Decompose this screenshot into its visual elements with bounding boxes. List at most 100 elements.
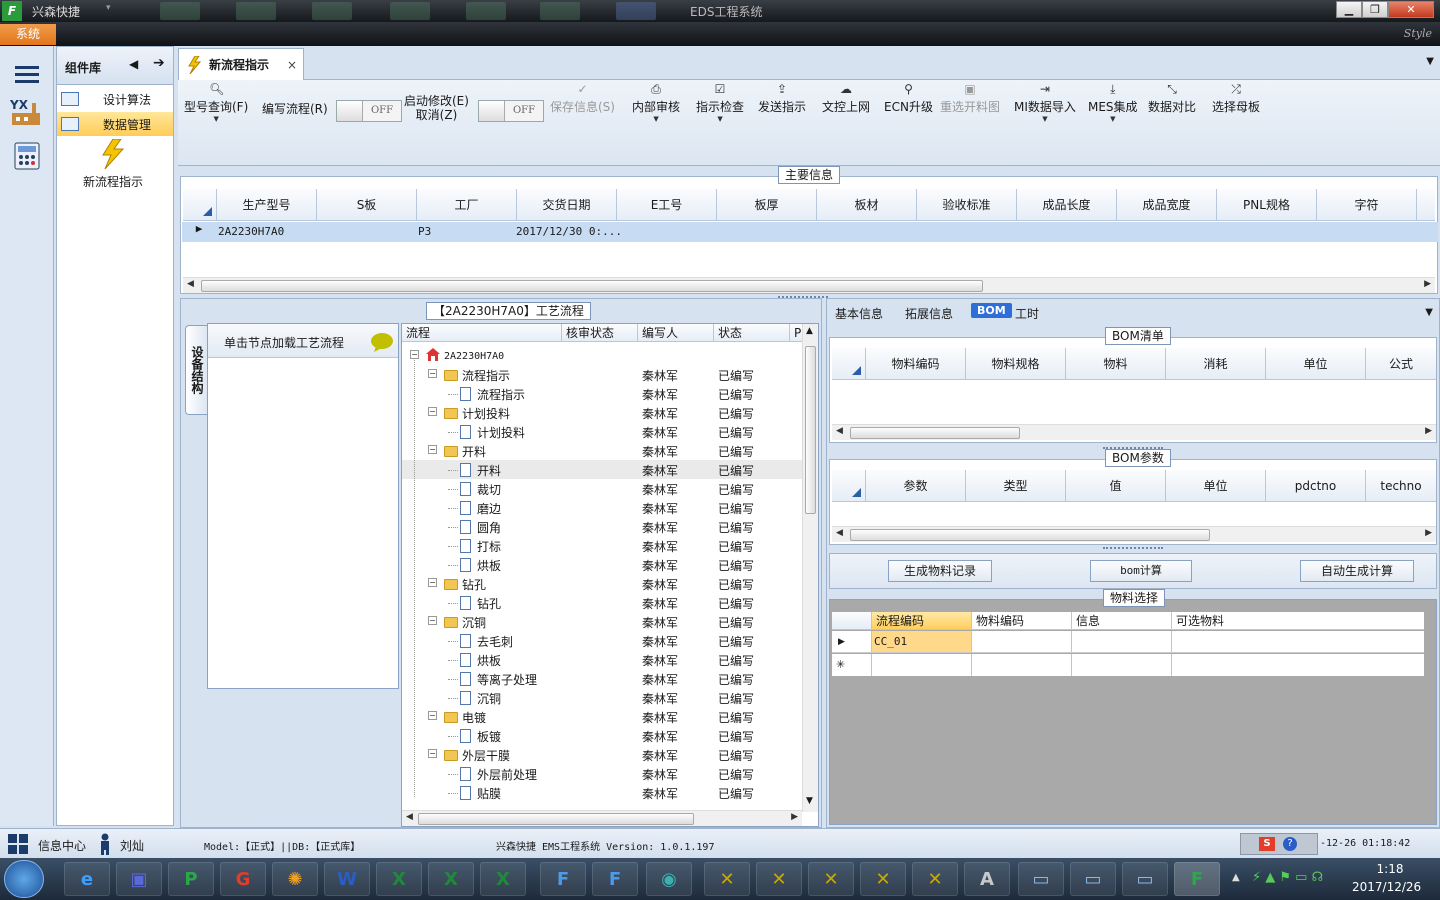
doc-control-online-button[interactable]: ☁ 文控上网	[822, 82, 870, 115]
tab-bom[interactable]: BOM	[971, 303, 1012, 318]
reselect-cutting-diagram-button[interactable]: ▣ 重选开料图	[940, 82, 1000, 115]
col-s-board[interactable]: S板	[317, 189, 417, 220]
image-taskbar-icon[interactable]: ▭	[1018, 862, 1064, 896]
x-window-taskbar-icon[interactable]: ✕	[808, 862, 854, 896]
bom-params-hscroll[interactable]: ◀ ▶	[832, 526, 1436, 542]
col-delivery-date[interactable]: 交货日期	[517, 189, 617, 220]
col-pnl-spec[interactable]: PNL规格	[1217, 189, 1317, 220]
image-taskbar-icon[interactable]: ▭	[1122, 862, 1168, 896]
x-window-taskbar-icon[interactable]: ✕	[704, 862, 750, 896]
start-modify-toggle[interactable]: OFF	[478, 100, 544, 122]
tray-expand-icon[interactable]: ▲	[1232, 872, 1240, 883]
sogou-icon[interactable]: S	[1259, 837, 1275, 851]
maximize-button[interactable]: ❐	[1362, 1, 1388, 18]
col-material-code[interactable]: 物料编码	[972, 612, 1072, 629]
component-item-data-management[interactable]: 数据管理	[57, 112, 173, 136]
tab-list-dropdown-icon[interactable]: ▼	[1426, 56, 1434, 67]
x-window-taskbar-icon[interactable]: ✕	[756, 862, 802, 896]
col-material-spec[interactable]: 物料规格	[966, 348, 1066, 379]
col-consumption[interactable]: 消耗	[1166, 348, 1266, 379]
taskbar-date[interactable]: 2017/12/26	[1352, 880, 1421, 894]
ie-taskbar-icon[interactable]: e	[64, 862, 110, 896]
tree-leaf-node[interactable]: 圆角 秦林军 已编写	[402, 517, 802, 536]
info-center-link[interactable]: 信息中心	[38, 837, 86, 854]
col-material-code[interactable]: 物料编码	[866, 348, 966, 379]
generate-material-record-button[interactable]: 生成物料记录	[888, 560, 992, 582]
node-hint-row[interactable]: 单击节点加载工艺流程	[208, 324, 398, 358]
excel-taskbar-icon[interactable]: X	[376, 862, 422, 896]
x-window-taskbar-icon[interactable]: ✕	[860, 862, 906, 896]
col-optional-material[interactable]: 可选物料	[1172, 612, 1422, 629]
bom-calc-button[interactable]: bom计算	[1090, 560, 1192, 582]
col-formula[interactable]: 公式	[1366, 348, 1436, 379]
tray-icons[interactable]: ⚡ ▲ ⚑ ▭ ☊	[1252, 870, 1323, 885]
col-writer[interactable]: 编写人	[638, 324, 714, 341]
auto-generate-calc-button[interactable]: 自动生成计算	[1300, 560, 1414, 582]
splitter-grip[interactable]	[1103, 547, 1163, 550]
help-icon[interactable]: ?	[1283, 837, 1297, 851]
collapse-icon[interactable]: −	[428, 407, 437, 416]
tree-leaf-node[interactable]: 外层前处理 秦林军 已编写	[402, 764, 802, 783]
taskbar-time[interactable]: 1:18	[1370, 862, 1410, 876]
col-status[interactable]: 状态	[714, 324, 790, 341]
word-taskbar-icon[interactable]: W	[324, 862, 370, 896]
new-process-label[interactable]: 新流程指示	[83, 173, 143, 190]
tree-leaf-node[interactable]: 烘板 秦林军 已编写	[402, 555, 802, 574]
tree-leaf-node[interactable]: 烘板 秦林军 已编写	[402, 650, 802, 669]
close-button[interactable]: ✕	[1388, 1, 1434, 18]
col-material[interactable]: 物料	[1066, 348, 1166, 379]
f-app-taskbar-icon[interactable]: F	[540, 862, 586, 896]
tree-folder-node[interactable]: − 钻孔 秦林军 已编写	[402, 574, 802, 593]
start-modify-button[interactable]: 启动修改(E) 取消(Z)	[404, 94, 469, 122]
tree-root-node[interactable]: −2A2230H7A0	[402, 346, 802, 365]
col-acceptance-standard[interactable]: 验收标准	[917, 189, 1017, 220]
write-process-button[interactable]: 编写流程(R)	[262, 100, 328, 117]
tree-folder-node[interactable]: − 流程指示 秦林军 已编写	[402, 365, 802, 384]
image-taskbar-icon[interactable]: ▭	[1070, 862, 1116, 896]
excel-taskbar-icon[interactable]: X	[480, 862, 526, 896]
model-query-button[interactable]: 🔍︎ 型号查询(F) ▼	[184, 82, 248, 123]
shell-taskbar-icon[interactable]: ✺	[272, 862, 318, 896]
tree-folder-node[interactable]: − 沉铜 秦林军 已编写	[402, 612, 802, 631]
tree-leaf-node[interactable]: 流程指示 秦林军 已编写	[402, 384, 802, 403]
col-e-number[interactable]: E工号	[617, 189, 717, 220]
col-unit[interactable]: 单位	[1266, 348, 1366, 379]
col-param-unit[interactable]: 单位	[1166, 470, 1266, 501]
col-info[interactable]: 信息	[1072, 612, 1172, 629]
tree-leaf-node[interactable]: 磨边 秦林军 已编写	[402, 498, 802, 517]
g-app-taskbar-icon[interactable]: G	[220, 862, 266, 896]
main-info-row[interactable]: ▶ 2A2230H7A0 P3 2017/12/30 0:...	[182, 222, 1438, 242]
excel-taskbar-icon[interactable]: X	[428, 862, 474, 896]
col-board-thickness[interactable]: 板厚	[717, 189, 817, 220]
mes-integration-button[interactable]: ⤓ MES集成 ▼	[1088, 82, 1138, 123]
collapse-icon[interactable]: −	[428, 616, 437, 625]
col-finished-length[interactable]: 成品长度	[1017, 189, 1117, 220]
mi-data-import-button[interactable]: ⇥ MI数据导入 ▼	[1014, 82, 1076, 123]
component-item-design-algorithm[interactable]: 设计算法	[57, 87, 173, 111]
col-finished-width[interactable]: 成品宽度	[1117, 189, 1217, 220]
calculator-icon[interactable]	[8, 138, 46, 174]
cell-process-code[interactable]: CC_01	[872, 631, 972, 652]
collapse-icon[interactable]: −	[428, 445, 437, 454]
bom-list-hscroll[interactable]: ◀ ▶	[832, 424, 1436, 440]
font-taskbar-icon[interactable]: A	[964, 862, 1010, 896]
select-mother-board-button[interactable]: ⤮ 选择母板	[1212, 82, 1260, 115]
collapse-icon[interactable]: −	[428, 369, 437, 378]
col-pdctno[interactable]: pdctno	[1266, 470, 1366, 501]
col-pl[interactable]: Pl	[790, 324, 805, 341]
tree-folder-node[interactable]: − 计划投料 秦林军 已编写	[402, 403, 802, 422]
f-app-taskbar-icon[interactable]: F	[592, 862, 638, 896]
main-info-hscroll[interactable]: ◀ ▶	[183, 277, 1435, 293]
col-process-code[interactable]: 流程编码	[872, 612, 972, 629]
tab-new-process[interactable]: 新流程指示 ×	[178, 48, 304, 80]
tab-dropdown-icon[interactable]: ▼	[1425, 307, 1433, 318]
tab-work-hours[interactable]: 工时	[1015, 305, 1039, 322]
tree-leaf-node[interactable]: 钻孔 秦林军 已编写	[402, 593, 802, 612]
tree-leaf-node[interactable]: 沉铜 秦林军 已编写	[402, 688, 802, 707]
col-production-model[interactable]: 生产型号	[217, 189, 317, 220]
save-taskbar-icon[interactable]: ▣	[116, 862, 162, 896]
collapse-icon[interactable]: −	[410, 350, 419, 359]
write-process-toggle[interactable]: OFF	[336, 100, 402, 122]
x-window-taskbar-icon[interactable]: ✕	[912, 862, 958, 896]
p-app-taskbar-icon[interactable]: P	[168, 862, 214, 896]
